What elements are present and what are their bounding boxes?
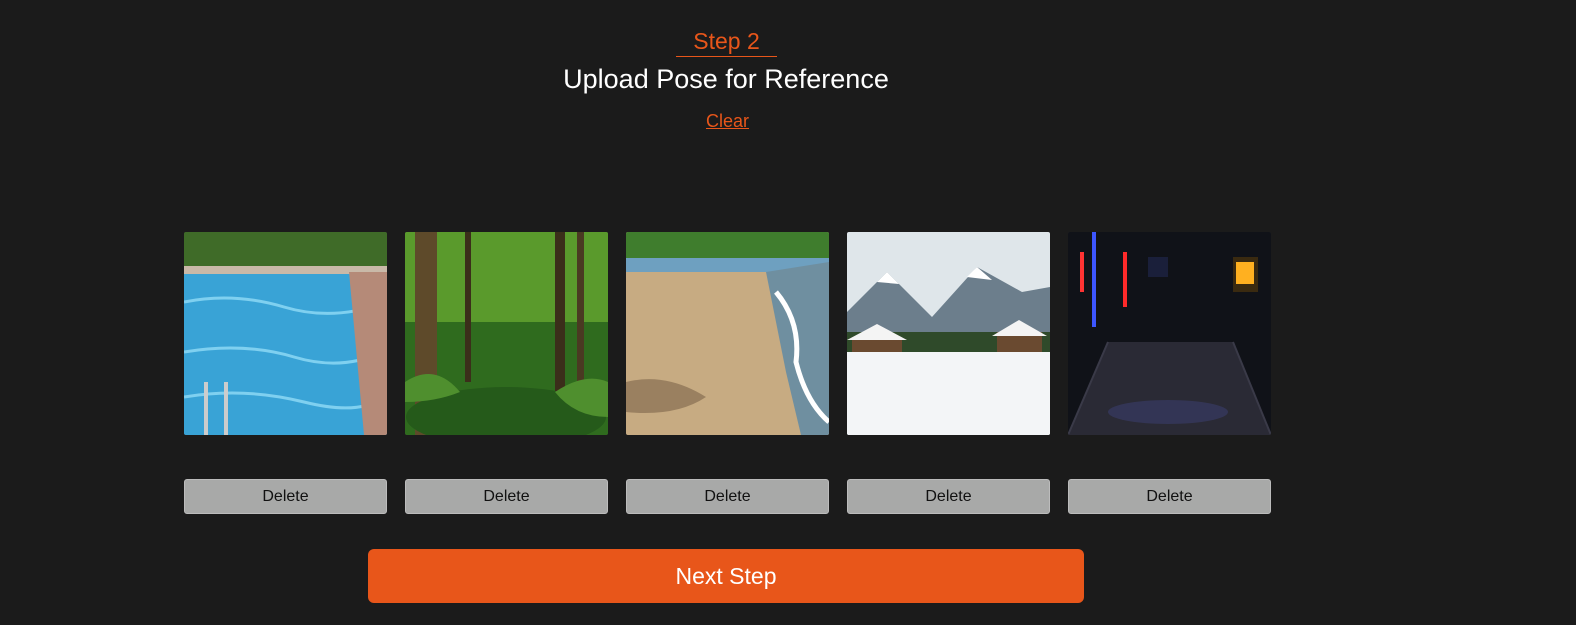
pose-thumbnail-pool[interactable] xyxy=(184,232,387,435)
delete-button[interactable]: Delete xyxy=(184,479,387,514)
pose-thumbnail-snow[interactable] xyxy=(847,232,1050,435)
snow-mountain-image xyxy=(847,232,1050,435)
beach-image xyxy=(626,232,829,435)
next-step-button[interactable]: Next Step xyxy=(368,549,1084,603)
forest-image xyxy=(405,232,608,435)
pose-thumbnail-club[interactable] xyxy=(1068,232,1271,435)
step-label: Step 2 xyxy=(676,26,777,57)
step-page: Step 2 Upload Pose for Reference Clear D… xyxy=(0,0,1576,625)
pose-card: Delete xyxy=(626,232,829,514)
pose-card: Delete xyxy=(847,232,1050,514)
clear-link[interactable]: Clear xyxy=(706,110,749,132)
pose-gallery: Delete Delete Delete Delete Delete xyxy=(184,232,1271,514)
pose-card: Delete xyxy=(184,232,387,514)
pool-image xyxy=(184,232,387,435)
delete-button[interactable]: Delete xyxy=(1068,479,1271,514)
page-title: Upload Pose for Reference xyxy=(563,64,889,94)
pose-card: Delete xyxy=(405,232,608,514)
delete-button[interactable]: Delete xyxy=(847,479,1050,514)
delete-button[interactable]: Delete xyxy=(405,479,608,514)
neon-club-image xyxy=(1068,232,1271,435)
pose-thumbnail-forest[interactable] xyxy=(405,232,608,435)
delete-button[interactable]: Delete xyxy=(626,479,829,514)
pose-thumbnail-beach[interactable] xyxy=(626,232,829,435)
pose-card: Delete xyxy=(1068,232,1271,514)
